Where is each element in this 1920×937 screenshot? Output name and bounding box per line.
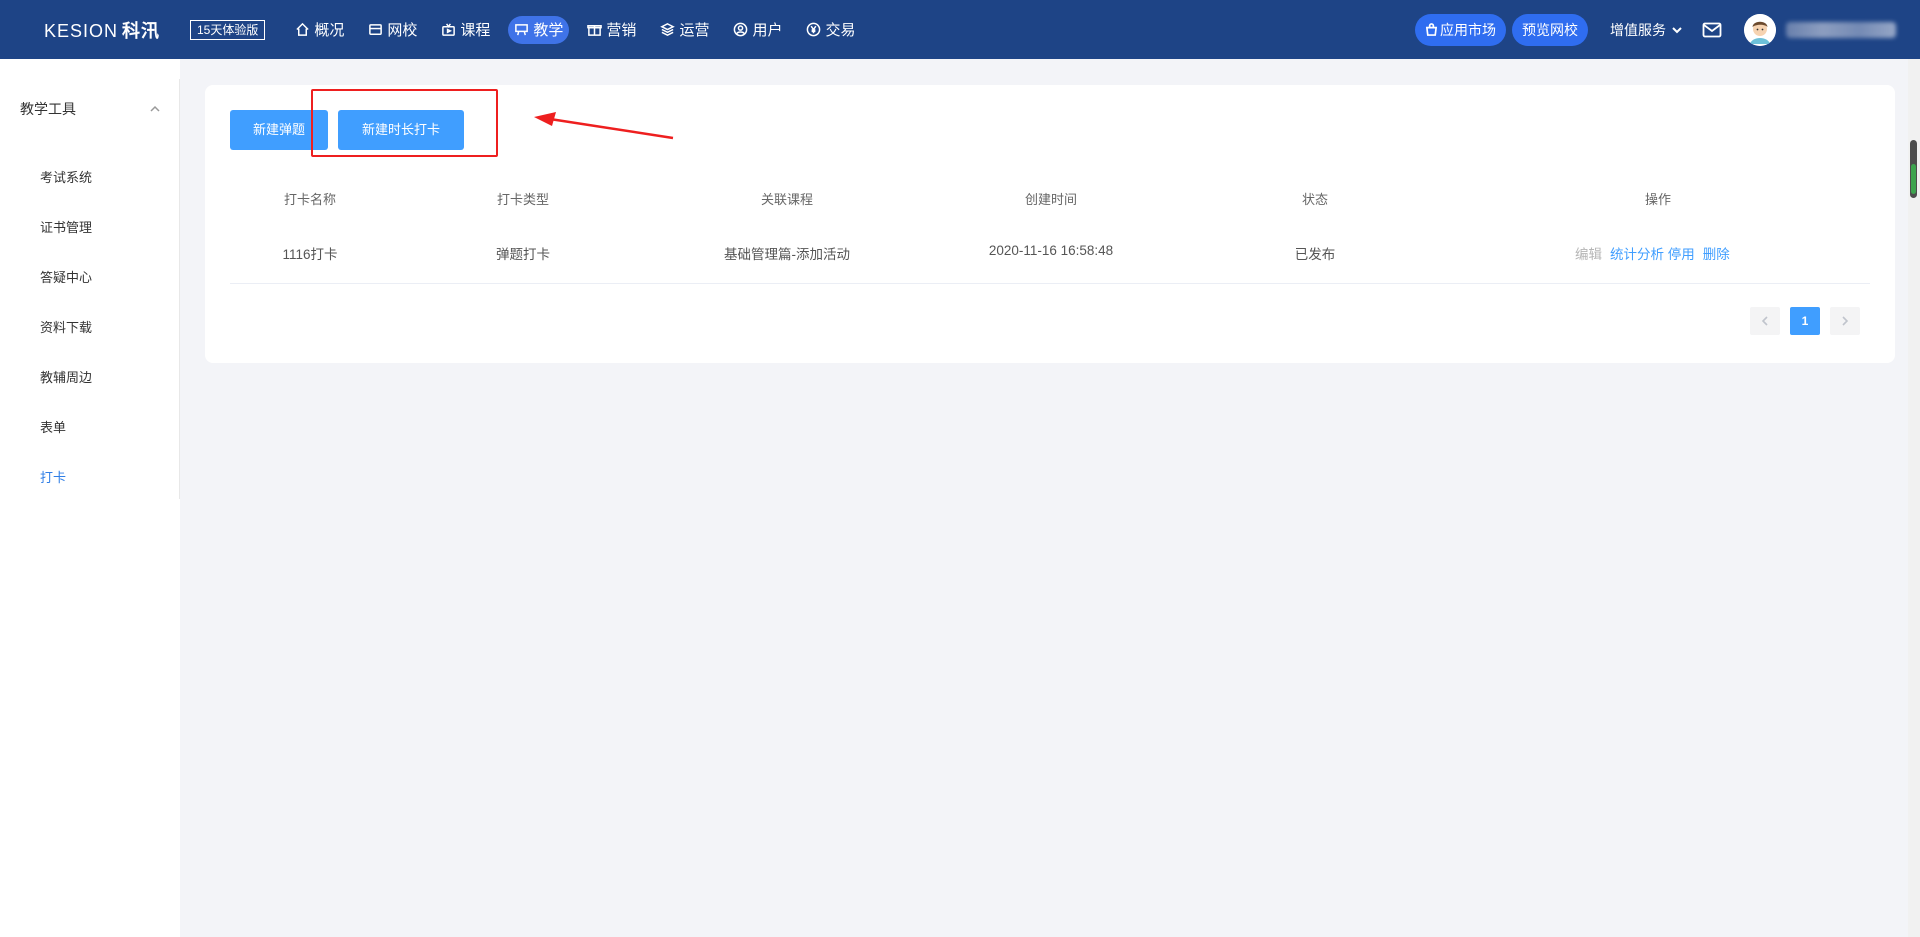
- column-header-course: 关联课程: [760, 192, 814, 207]
- chevron-down-icon: [1672, 26, 1682, 33]
- nav-item-marketing[interactable]: 营销: [581, 16, 642, 44]
- pagination: 1: [1750, 307, 1870, 335]
- nav-item-teaching[interactable]: 教学: [508, 15, 570, 44]
- cell-created: 2020-11-16 16:58:48: [988, 243, 1114, 258]
- nav-label: 网校: [387, 22, 418, 39]
- cell-course: 基础管理篇-添加活动: [724, 247, 850, 262]
- logo[interactable]: KESION 科汛: [44, 17, 159, 43]
- chevron-left-icon: [1761, 316, 1768, 326]
- nav-item-operations[interactable]: 运营: [654, 16, 715, 44]
- user-icon: [734, 22, 748, 37]
- annotation-highlight-box: [311, 89, 498, 157]
- cell-name: 1116打卡: [282, 247, 338, 262]
- logo-text-cn: 科汛: [122, 20, 161, 41]
- next-page-button[interactable]: [1830, 307, 1860, 335]
- teaching-icon: [515, 24, 529, 36]
- page-button-current[interactable]: 1: [1790, 307, 1820, 335]
- annotation-arrow-icon: [534, 112, 674, 140]
- chevron-right-icon: [1842, 316, 1849, 326]
- mail-icon[interactable]: [1702, 22, 1722, 38]
- cell-status: 已发布: [1294, 247, 1336, 262]
- value-service-dropdown[interactable]: 增值服务: [1610, 20, 1682, 40]
- avatar-face-icon: [1744, 13, 1776, 46]
- cell-type: 弹题打卡: [496, 247, 550, 262]
- chevron-up-icon: [150, 105, 160, 112]
- sidebar-group-label: 教学工具: [20, 101, 76, 117]
- stats-link[interactable]: 统计分析: [1610, 247, 1664, 262]
- nav-label: 用户: [752, 22, 783, 39]
- sidebar: 教学工具 考试系统 证书管理 答疑中心 资料下载 教辅周边 表单 打卡: [0, 59, 180, 937]
- sidebar-item-checkin[interactable]: 打卡: [40, 467, 66, 486]
- top-right-actions: 应用市场 预览网校 增值服务: [1409, 0, 1920, 59]
- shop-icon: [1425, 23, 1438, 36]
- logo-text: KESION: [44, 20, 119, 41]
- top-navigation-bar: KESION 科汛 15天体验版 概况 网校 课程 教学 营销 运营 用户 交易…: [0, 0, 1920, 59]
- column-header-type: 打卡类型: [496, 192, 550, 207]
- scrollbar-thumb-indicator: [1911, 164, 1916, 194]
- disable-link[interactable]: 停用: [1668, 247, 1695, 262]
- sidebar-item-certificate[interactable]: 证书管理: [40, 217, 92, 236]
- gift-icon: [587, 25, 603, 36]
- nav-item-school[interactable]: 网校: [362, 16, 423, 44]
- nav-label: 营销: [606, 22, 637, 39]
- column-header-status: 状态: [1301, 192, 1329, 207]
- yen-icon: [807, 22, 821, 37]
- course-icon: [442, 23, 456, 36]
- username-blurred: [1786, 21, 1896, 38]
- sidebar-item-teaching-aids[interactable]: 教辅周边: [40, 367, 92, 386]
- column-header-name: 打卡名称: [283, 192, 337, 207]
- nav-item-overview[interactable]: 概况: [289, 16, 350, 44]
- sidebar-item-downloads[interactable]: 资料下载: [40, 317, 92, 336]
- value-service-label: 增值服务: [1610, 21, 1666, 38]
- school-icon: [369, 24, 383, 35]
- edit-link[interactable]: 编辑: [1575, 247, 1602, 262]
- sidebar-item-exam-system[interactable]: 考试系统: [40, 167, 92, 186]
- nav-item-course[interactable]: 课程: [435, 16, 496, 44]
- main-nav: 概况 网校 课程 教学 营销 运营 用户 交易: [289, 15, 873, 44]
- nav-label: 课程: [460, 22, 491, 39]
- nav-item-users[interactable]: 用户: [727, 16, 788, 44]
- row-divider: [230, 283, 1870, 284]
- preview-school-label: 预览网校: [1522, 21, 1578, 38]
- app-market-label: 应用市场: [1440, 21, 1496, 38]
- avatar[interactable]: [1744, 13, 1776, 46]
- nav-label: 教学: [533, 22, 564, 39]
- preview-school-button[interactable]: 预览网校: [1512, 13, 1588, 46]
- sidebar-item-forms[interactable]: 表单: [40, 417, 66, 436]
- sidebar-group-teaching-tools[interactable]: 教学工具: [20, 99, 160, 119]
- home-icon: [296, 22, 310, 36]
- nav-label: 交易: [825, 22, 856, 39]
- trial-badge: 15天体验版: [190, 19, 266, 40]
- nav-item-trade[interactable]: 交易: [800, 16, 861, 44]
- nav-label: 概况: [314, 22, 345, 39]
- row-actions: 编辑 统计分析 停用 删除: [1575, 243, 1738, 263]
- app-market-button[interactable]: 应用市场: [1415, 13, 1506, 46]
- delete-link[interactable]: 删除: [1703, 247, 1730, 262]
- sidebar-divider: [179, 79, 180, 499]
- column-header-created: 创建时间: [1024, 192, 1078, 207]
- layers-icon: [660, 23, 676, 36]
- prev-page-button[interactable]: [1750, 307, 1780, 335]
- sidebar-item-qa-center[interactable]: 答疑中心: [40, 267, 92, 286]
- column-header-actions: 操作: [1644, 192, 1672, 207]
- nav-label: 运营: [679, 22, 710, 39]
